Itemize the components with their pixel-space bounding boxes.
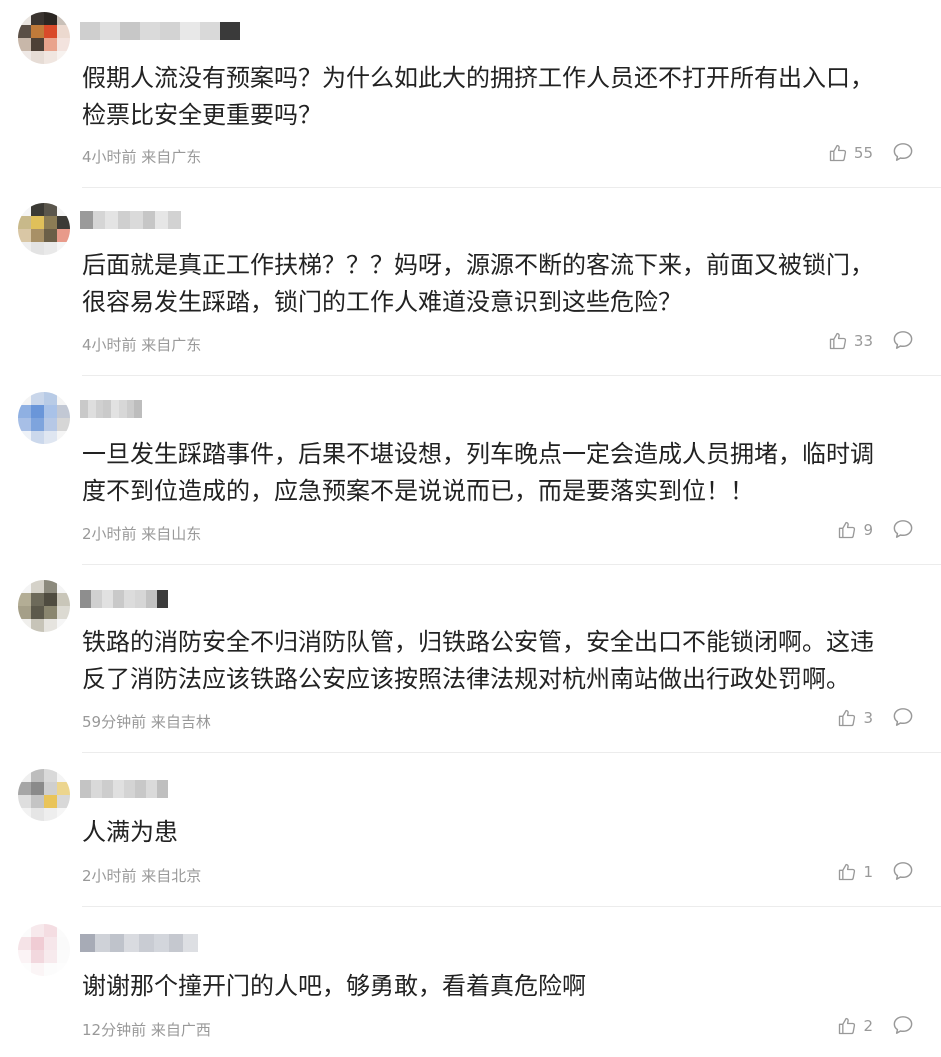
like-button[interactable]: 55 bbox=[828, 143, 873, 163]
comment-meta: 2小时前 来自山东 bbox=[82, 525, 202, 543]
divider bbox=[82, 752, 941, 753]
username[interactable] bbox=[80, 400, 143, 420]
username[interactable] bbox=[80, 590, 168, 610]
thumbs-up-icon bbox=[828, 331, 848, 351]
like-count: 3 bbox=[863, 709, 873, 727]
like-button[interactable]: 3 bbox=[837, 708, 873, 728]
avatar[interactable] bbox=[18, 392, 70, 444]
thumbs-up-icon bbox=[828, 143, 848, 163]
reply-button[interactable] bbox=[892, 1015, 914, 1035]
reply-button[interactable] bbox=[892, 861, 914, 881]
like-count: 1 bbox=[863, 863, 873, 881]
reply-button[interactable] bbox=[892, 142, 914, 162]
reply-button[interactable] bbox=[892, 330, 914, 350]
like-button[interactable]: 1 bbox=[837, 862, 873, 882]
avatar[interactable] bbox=[18, 924, 70, 976]
like-button[interactable]: 33 bbox=[828, 331, 873, 351]
comment-text: 假期人流没有预案吗？为什么如此大的拥挤工作人员还不打开所有出入口， 检票比安全更重… bbox=[82, 60, 921, 134]
comment-bubble-icon bbox=[892, 142, 914, 162]
divider bbox=[82, 187, 941, 188]
comment-bubble-icon bbox=[892, 1015, 914, 1035]
thumbs-up-icon bbox=[837, 520, 857, 540]
thumbs-up-icon bbox=[837, 862, 857, 882]
like-button[interactable]: 9 bbox=[837, 520, 873, 540]
comment-bubble-icon bbox=[892, 707, 914, 727]
comment-meta: 59分钟前 来自吉林 bbox=[82, 713, 211, 731]
like-count: 55 bbox=[853, 144, 873, 162]
comment-text-line: 人满为患 bbox=[82, 818, 178, 846]
divider bbox=[82, 564, 941, 565]
like-count: 2 bbox=[863, 1017, 873, 1035]
thumbs-up-icon bbox=[837, 1016, 857, 1036]
comment-text: 谢谢那个撞开门的人吧，够勇敢，看着真危险啊 bbox=[82, 968, 921, 1005]
comment-meta: 4小时前 来自广东 bbox=[82, 148, 202, 166]
comment-bubble-icon bbox=[892, 330, 914, 350]
avatar[interactable] bbox=[18, 769, 70, 821]
thumbs-up-icon bbox=[837, 708, 857, 728]
avatar[interactable] bbox=[18, 580, 70, 632]
username[interactable] bbox=[80, 211, 181, 231]
comment-meta: 4小时前 来自广东 bbox=[82, 336, 202, 354]
comment-text-line: 反了消防法应该铁路公安应该按照法律法规对杭州南站做出行政处罚啊。 bbox=[82, 665, 850, 693]
avatar[interactable] bbox=[18, 203, 70, 255]
like-count: 9 bbox=[863, 521, 873, 539]
username[interactable] bbox=[80, 934, 199, 954]
like-count: 33 bbox=[853, 332, 873, 350]
comment-bubble-icon bbox=[892, 861, 914, 881]
comment-text: 铁路的消防安全不归消防队管，归铁路公安管，安全出口不能锁闭啊。这违 反了消防法应该… bbox=[82, 624, 921, 698]
comment-text-line: 度不到位造成的，应急预案不是说说而已，而是要落实到位！！ bbox=[82, 477, 754, 505]
comment-meta: 2小时前 来自北京 bbox=[82, 867, 202, 885]
comment-text-line: 谢谢那个撞开门的人吧，够勇敢，看着真危险啊 bbox=[82, 972, 586, 1000]
comment-text-line: 检票比安全更重要吗？ bbox=[82, 101, 322, 129]
reply-button[interactable] bbox=[892, 707, 914, 727]
comment-text-line: 很容易发生踩踏，锁门的工作人难道没意识到这些危险？ bbox=[82, 288, 682, 316]
comment-text: 人满为患 bbox=[82, 814, 921, 851]
username[interactable] bbox=[80, 780, 168, 800]
comment-text: 一旦发生踩踏事件，后果不堪设想，列车晚点一定会造成人员拥堵，临时调 度不到位造成的… bbox=[82, 436, 921, 510]
divider bbox=[82, 375, 941, 376]
comment-text: 后面就是真正工作扶梯？？？妈呀，源源不断的客流下来，前面又被锁门， 很容易发生踩踏… bbox=[82, 247, 921, 321]
like-button[interactable]: 2 bbox=[837, 1016, 873, 1036]
comment-text-line: 后面就是真正工作扶梯？？？妈呀，源源不断的客流下来，前面又被锁门， bbox=[82, 251, 874, 279]
comment-text-line: 一旦发生踩踏事件，后果不堪设想，列车晚点一定会造成人员拥堵，临时调 bbox=[82, 440, 874, 468]
comment-bubble-icon bbox=[892, 519, 914, 539]
username[interactable] bbox=[80, 22, 240, 42]
comment-meta: 12分钟前 来自广西 bbox=[82, 1021, 211, 1039]
comment-text-line: 假期人流没有预案吗？为什么如此大的拥挤工作人员还不打开所有出入口， bbox=[82, 64, 874, 92]
divider bbox=[82, 906, 941, 907]
comment-text-line: 铁路的消防安全不归消防队管，归铁路公安管，安全出口不能锁闭啊。这违 bbox=[82, 628, 874, 656]
avatar[interactable] bbox=[18, 12, 70, 64]
reply-button[interactable] bbox=[892, 519, 914, 539]
